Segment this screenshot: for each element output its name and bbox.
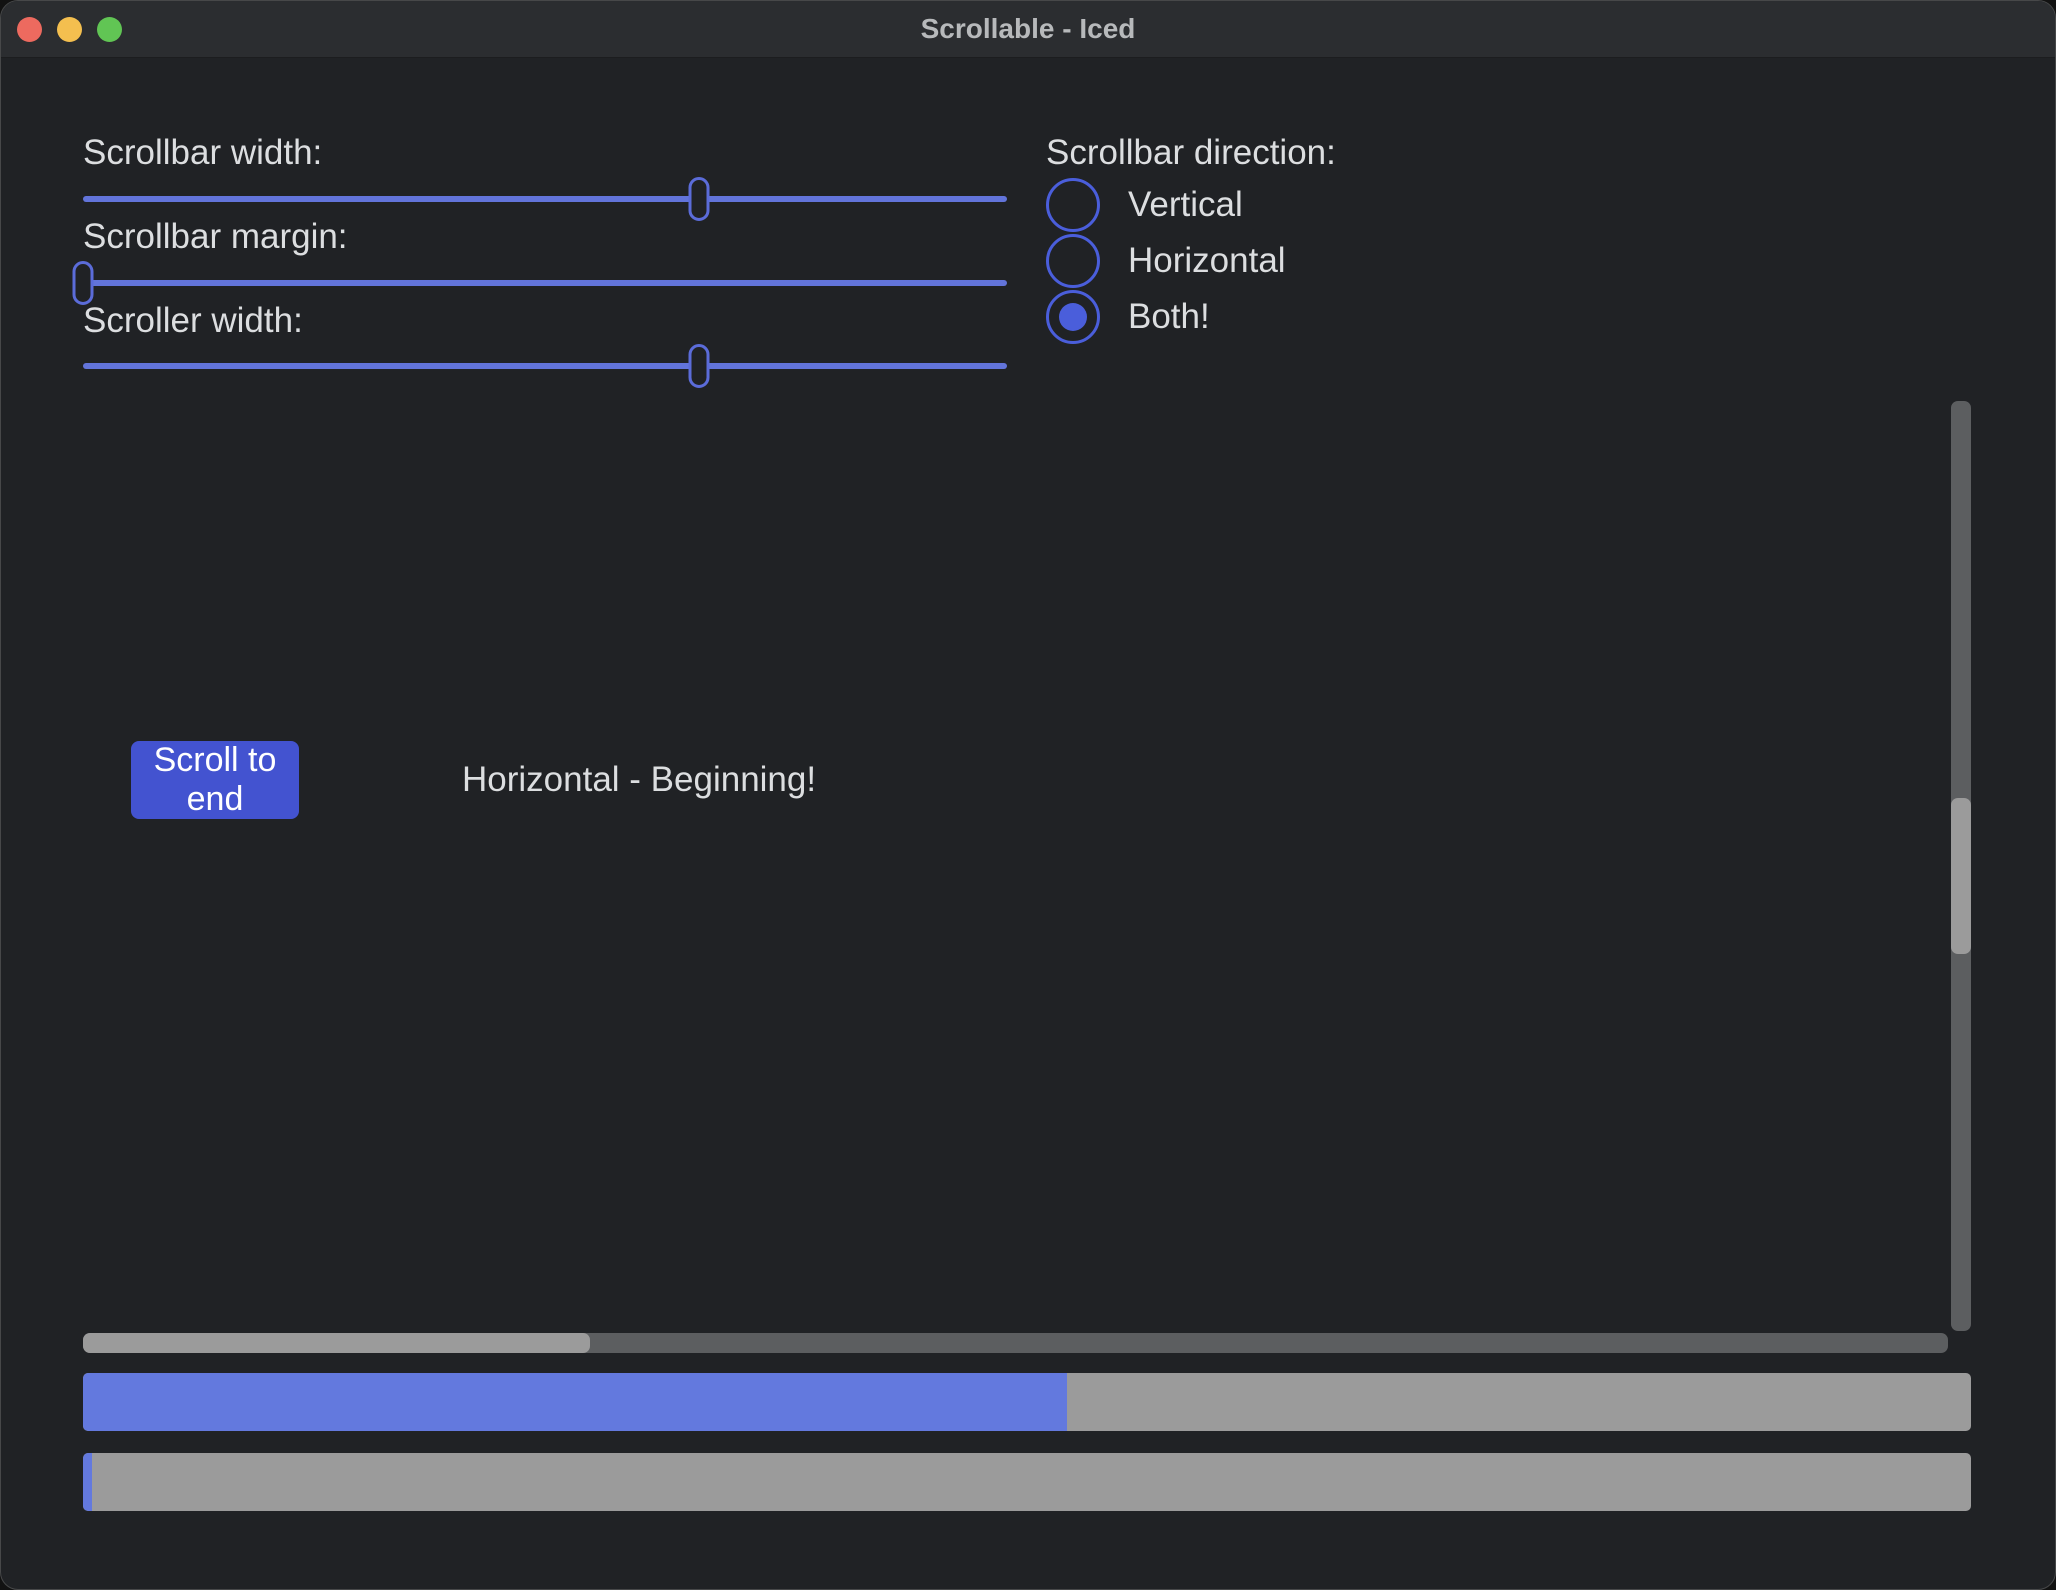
- scroller-width-slider-handle[interactable]: [689, 344, 710, 388]
- scrollbar-width-slider-handle[interactable]: [689, 177, 710, 221]
- radio-circle-icon[interactable]: [1046, 290, 1100, 344]
- scroll-to-end-button[interactable]: Scroll to end: [131, 741, 299, 819]
- vertical-scroller-thumb[interactable]: [1951, 798, 1971, 954]
- scroller-width-slider[interactable]: [83, 344, 1007, 388]
- slider-rail: [83, 196, 1007, 202]
- scrollbar-direction-label: Scrollbar direction:: [1046, 133, 1336, 173]
- horizontal-progress-bar: [83, 1373, 1971, 1431]
- scrollbar-width-label: Scrollbar width:: [83, 133, 322, 173]
- window-title: Scrollable - Iced: [1, 1, 2055, 57]
- scrollbar-margin-slider[interactable]: [83, 261, 1007, 305]
- horizontal-scrollbar-track[interactable]: [83, 1333, 1948, 1353]
- horizontal-scroller-thumb[interactable]: [83, 1333, 590, 1353]
- vertical-progress-bar: [83, 1453, 1971, 1511]
- radio-label-vertical: Vertical: [1128, 185, 1243, 225]
- radio-option-vertical[interactable]: Vertical: [1046, 178, 1286, 232]
- scroll-status-text: Horizontal - Beginning!: [462, 741, 816, 819]
- radio-circle-icon[interactable]: [1046, 178, 1100, 232]
- slider-rail: [83, 363, 1007, 369]
- scrollbar-margin-slider-handle[interactable]: [73, 261, 94, 305]
- slider-rail: [83, 280, 1007, 286]
- app-window: Scrollable - Iced Scrollbar width: Scrol…: [0, 0, 2056, 1590]
- radio-option-horizontal[interactable]: Horizontal: [1046, 234, 1286, 288]
- radio-label-both: Both!: [1128, 297, 1210, 337]
- scroller-width-label: Scroller width:: [83, 301, 303, 341]
- vertical-scrollbar-track[interactable]: [1951, 401, 1971, 1331]
- scrollbar-margin-label: Scrollbar margin:: [83, 217, 348, 257]
- radio-dot: [1059, 303, 1087, 331]
- horizontal-progress-fill: [83, 1373, 1067, 1431]
- radio-circle-icon[interactable]: [1046, 234, 1100, 288]
- radio-label-horizontal: Horizontal: [1128, 241, 1286, 281]
- vertical-progress-fill: [83, 1453, 92, 1511]
- radio-option-both[interactable]: Both!: [1046, 290, 1286, 344]
- titlebar: Scrollable - Iced: [1, 1, 2055, 58]
- scrollbar-width-slider[interactable]: [83, 177, 1007, 221]
- scrollbar-direction-radio-group: Vertical Horizontal Both!: [1046, 178, 1286, 344]
